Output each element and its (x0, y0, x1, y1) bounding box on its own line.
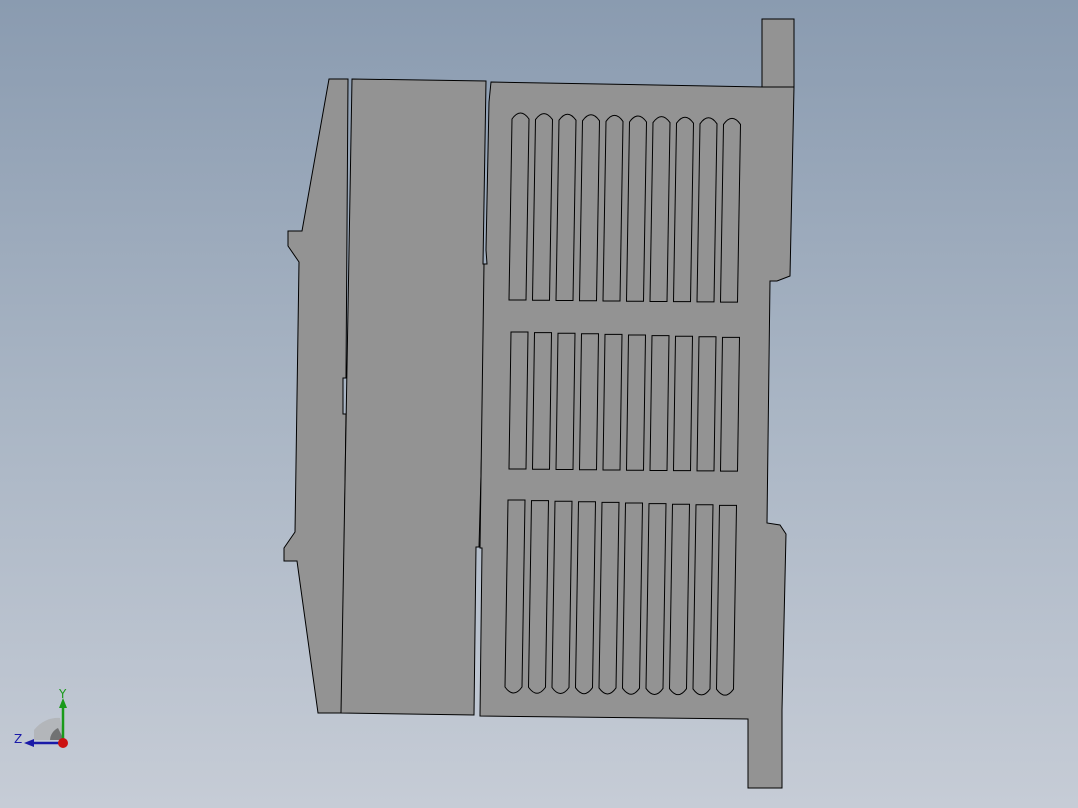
vent-slot (531, 113, 554, 301)
vent-slot (715, 504, 738, 696)
z-axis-arrow-icon (24, 739, 34, 747)
vent-slot (672, 116, 695, 303)
vent-slot (719, 117, 742, 303)
vent-slot (645, 503, 667, 695)
vent-slot (504, 499, 526, 694)
z-axis-label: Z (14, 732, 22, 746)
x-axis-dot-icon (58, 738, 68, 748)
vent-slot (574, 501, 597, 695)
vent-slot (508, 112, 530, 301)
vent-slot (551, 500, 573, 694)
vent-slot (672, 335, 694, 472)
vent-slot (527, 500, 550, 694)
vent-slot (555, 113, 577, 301)
vent-slot (668, 503, 691, 696)
vent-slot (692, 504, 714, 696)
vent-slot (598, 501, 620, 695)
housing-body[interactable] (283, 78, 349, 714)
vent-slot (531, 332, 553, 470)
vent-slot (649, 116, 671, 302)
vent-slot (578, 333, 600, 471)
vent-slot (621, 502, 644, 695)
vent-slot (508, 331, 529, 470)
vent-slot (696, 336, 717, 472)
vent-slot (555, 332, 576, 470)
y-axis-label: Y (58, 687, 67, 701)
part-model[interactable] (0, 0, 1078, 808)
graphics-viewport[interactable]: Y Z (0, 0, 1078, 808)
vent-slot (625, 334, 647, 471)
vent-slot (578, 114, 601, 302)
vent-slot (602, 114, 624, 302)
vent-slot (696, 117, 718, 303)
vent-slot (649, 335, 670, 471)
vent-slot (602, 333, 623, 471)
vent-slot (719, 336, 741, 472)
view-triad[interactable]: Y Z (10, 686, 80, 756)
vent-slot (625, 115, 648, 302)
housing-middle-panel[interactable] (340, 78, 488, 716)
